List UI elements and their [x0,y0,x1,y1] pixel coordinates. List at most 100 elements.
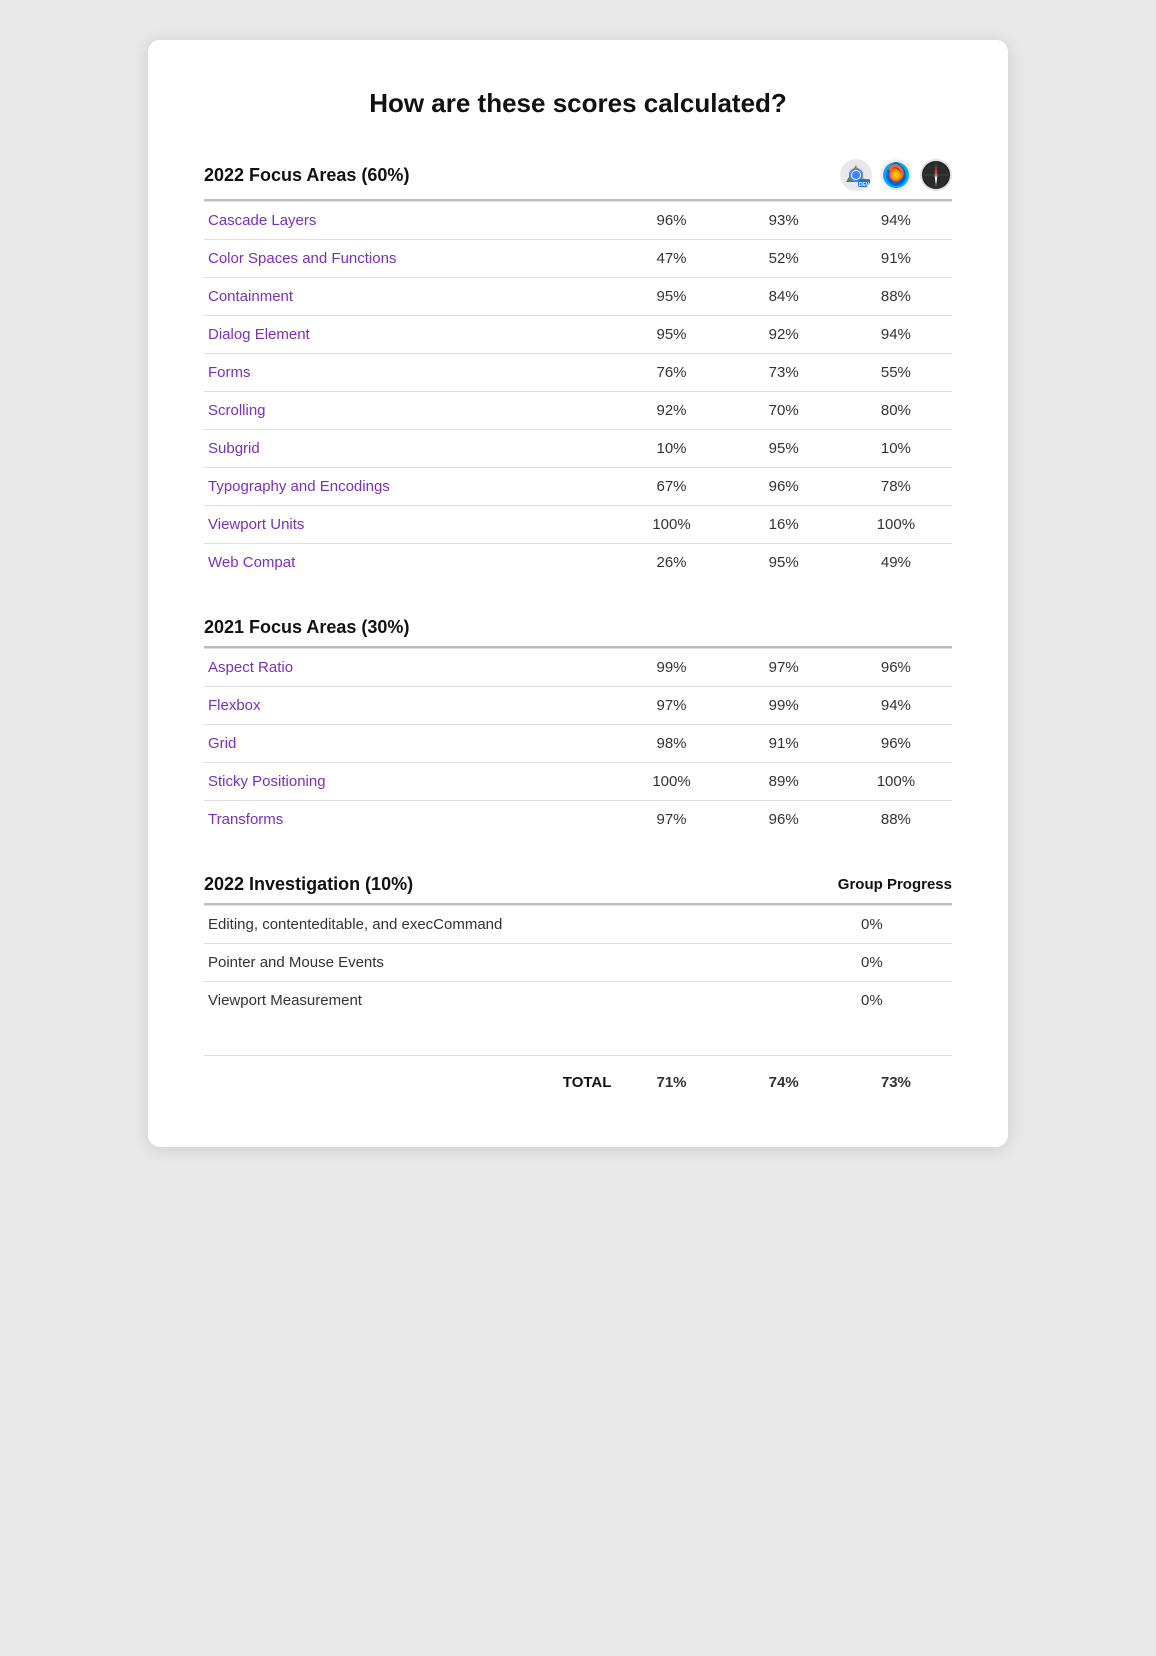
score-chrome: 47% [615,240,727,278]
table-row: Grid 98% 91% 96% [204,725,952,763]
section-2021-title: 2021 Focus Areas (30%) [204,617,409,638]
table-row: Typography and Encodings 67% 96% 78% [204,468,952,506]
score-chrome: 92% [615,392,727,430]
row-label[interactable]: Flexbox [204,687,615,725]
section-2021-table: Aspect Ratio 99% 97% 96% Flexbox 97% 99%… [204,648,952,838]
score-firefox: 93% [728,202,840,240]
row-label[interactable]: Grid [204,725,615,763]
score-chrome: 98% [615,725,727,763]
score-safari: 55% [840,354,952,392]
score-safari: 96% [840,649,952,687]
table-row: Transforms 97% 96% 88% [204,801,952,839]
row-label[interactable]: Transforms [204,801,615,839]
score-chrome: 26% [615,544,727,582]
score-chrome: 97% [615,687,727,725]
section-2022-title: 2022 Focus Areas (60%) [204,165,409,186]
score-safari: 94% [840,202,952,240]
score-firefox: 95% [728,544,840,582]
score-firefox: 16% [728,506,840,544]
table-row: Forms 76% 73% 55% [204,354,952,392]
total-score-3: 73% [840,1056,952,1100]
section-2021: 2021 Focus Areas (30%) Aspect Ratio 99% … [204,617,952,838]
score-safari: 100% [840,763,952,801]
score-safari: 91% [840,240,952,278]
score-firefox: 96% [728,801,840,839]
score-chrome: 67% [615,468,727,506]
score-firefox: 52% [728,240,840,278]
score-chrome: 99% [615,649,727,687]
score-safari: 94% [840,687,952,725]
row-label[interactable]: Viewport Units [204,506,615,544]
section-investigation-table: Editing, contenteditable, and execComman… [204,905,952,1019]
score-chrome: 95% [615,316,727,354]
row-label[interactable]: Scrolling [204,392,615,430]
score-firefox: 99% [728,687,840,725]
score-chrome: 10% [615,430,727,468]
page-title: How are these scores calculated? [204,88,952,119]
row-label[interactable]: Aspect Ratio [204,649,615,687]
table-row: Cascade Layers 96% 93% 94% [204,202,952,240]
total-score-2: 74% [728,1056,840,1100]
row-label[interactable]: Color Spaces and Functions [204,240,615,278]
row-label[interactable]: Sticky Positioning [204,763,615,801]
total-table: TOTAL 71% 74% 73% [204,1055,952,1099]
score-chrome: 100% [615,763,727,801]
chrome-dev-icon: DEV [840,159,872,191]
score-firefox: 95% [728,430,840,468]
table-row: Aspect Ratio 99% 97% 96% [204,649,952,687]
score-chrome: 95% [615,278,727,316]
row-label[interactable]: Web Compat [204,544,615,582]
score-firefox: 96% [728,468,840,506]
row-label[interactable]: Subgrid [204,430,615,468]
table-row: Viewport Measurement 0% [204,982,952,1020]
row-label[interactable]: Dialog Element [204,316,615,354]
score-firefox: 92% [728,316,840,354]
total-score-1: 71% [615,1056,727,1100]
row-label[interactable]: Forms [204,354,615,392]
section-investigation: 2022 Investigation (10%) Group Progress … [204,874,952,1019]
row-label[interactable]: Containment [204,278,615,316]
table-row: Web Compat 26% 95% 49% [204,544,952,582]
score-group: 0% [792,906,952,944]
row-label[interactable]: Typography and Encodings [204,468,615,506]
table-row: Sticky Positioning 100% 89% 100% [204,763,952,801]
score-firefox: 84% [728,278,840,316]
score-safari: 78% [840,468,952,506]
total-row: TOTAL 71% 74% 73% [204,1056,952,1100]
table-row: Color Spaces and Functions 47% 52% 91% [204,240,952,278]
row-label: Pointer and Mouse Events [204,944,792,982]
firefox-icon [880,159,912,191]
browser-icons-2022: DEV [840,159,952,191]
safari-icon [920,159,952,191]
score-group: 0% [792,982,952,1020]
score-safari: 10% [840,430,952,468]
score-firefox: 97% [728,649,840,687]
row-label[interactable]: Cascade Layers [204,202,615,240]
score-chrome: 100% [615,506,727,544]
score-firefox: 73% [728,354,840,392]
score-safari: 80% [840,392,952,430]
total-label: TOTAL [204,1056,615,1100]
score-firefox: 89% [728,763,840,801]
score-firefox: 91% [728,725,840,763]
section-investigation-title: 2022 Investigation (10%) [204,874,413,895]
section-2022-table: Cascade Layers 96% 93% 94% Color Spaces … [204,201,952,581]
score-group: 0% [792,944,952,982]
score-chrome: 76% [615,354,727,392]
table-row: Subgrid 10% 95% 10% [204,430,952,468]
table-row: Scrolling 92% 70% 80% [204,392,952,430]
table-row: Flexbox 97% 99% 94% [204,687,952,725]
row-label: Viewport Measurement [204,982,792,1020]
section-2022-header: 2022 Focus Areas (60%) [204,159,952,199]
section-investigation-header: 2022 Investigation (10%) Group Progress [204,874,952,903]
score-safari: 96% [840,725,952,763]
score-safari: 100% [840,506,952,544]
row-label: Editing, contenteditable, and execComman… [204,906,792,944]
score-card: How are these scores calculated? 2022 Fo… [148,40,1008,1147]
table-row: Pointer and Mouse Events 0% [204,944,952,982]
score-chrome: 97% [615,801,727,839]
score-safari: 88% [840,801,952,839]
score-safari: 88% [840,278,952,316]
score-safari: 94% [840,316,952,354]
group-progress-label: Group Progress [838,876,952,893]
